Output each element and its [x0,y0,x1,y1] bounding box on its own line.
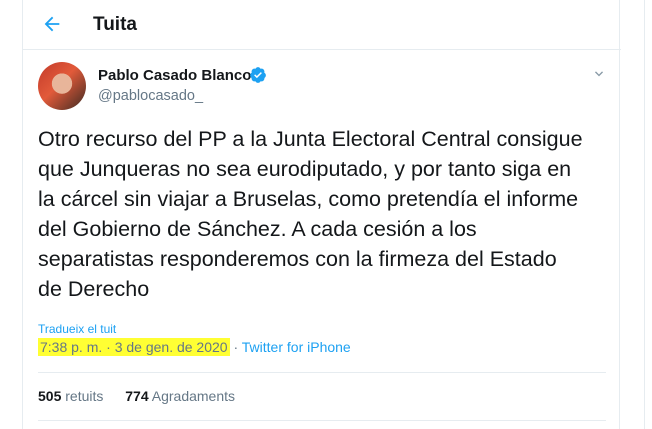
retweets-stat[interactable]: 505 retuits [38,388,103,404]
divider [644,0,645,429]
tweet-text: Otro recurso del PP a la Junta Electoral… [38,127,583,301]
tweet-source-link[interactable]: Twitter for iPhone [242,339,351,355]
translate-tweet-link[interactable]: Tradueix el tuit [38,322,116,336]
retweets-count: 505 [38,388,62,404]
author-handle[interactable]: @pablocasado_ [98,88,203,104]
divider [38,372,606,373]
likes-label: Agradaments [151,388,236,404]
chevron-down-icon[interactable] [591,66,607,82]
tweet-stats: 505 retuits 774 Agradaments [38,388,253,404]
page-title: Tuita [93,14,137,35]
tweet-column: Tuita Pablo Casado Blanco @pablocasado_ … [22,0,621,429]
arrow-left-icon [44,16,60,32]
retweets-label: retuits [65,388,104,404]
page-header: Tuita [23,0,621,50]
likes-stat[interactable]: 774 Agradaments [125,388,235,404]
tweet-meta: 7:38 p. m. · 3 de gen. de 2020 · Twitter… [38,338,351,356]
divider [38,420,606,421]
avatar[interactable] [38,62,86,110]
verified-badge-icon [250,67,266,83]
likes-count: 774 [125,388,149,404]
tweet-timestamp[interactable]: 7:38 p. m. · 3 de gen. de 2020 [38,338,230,356]
meta-separator: · [229,339,242,355]
back-button[interactable] [37,9,67,39]
author-name[interactable]: Pablo Casado Blanco [98,67,251,84]
